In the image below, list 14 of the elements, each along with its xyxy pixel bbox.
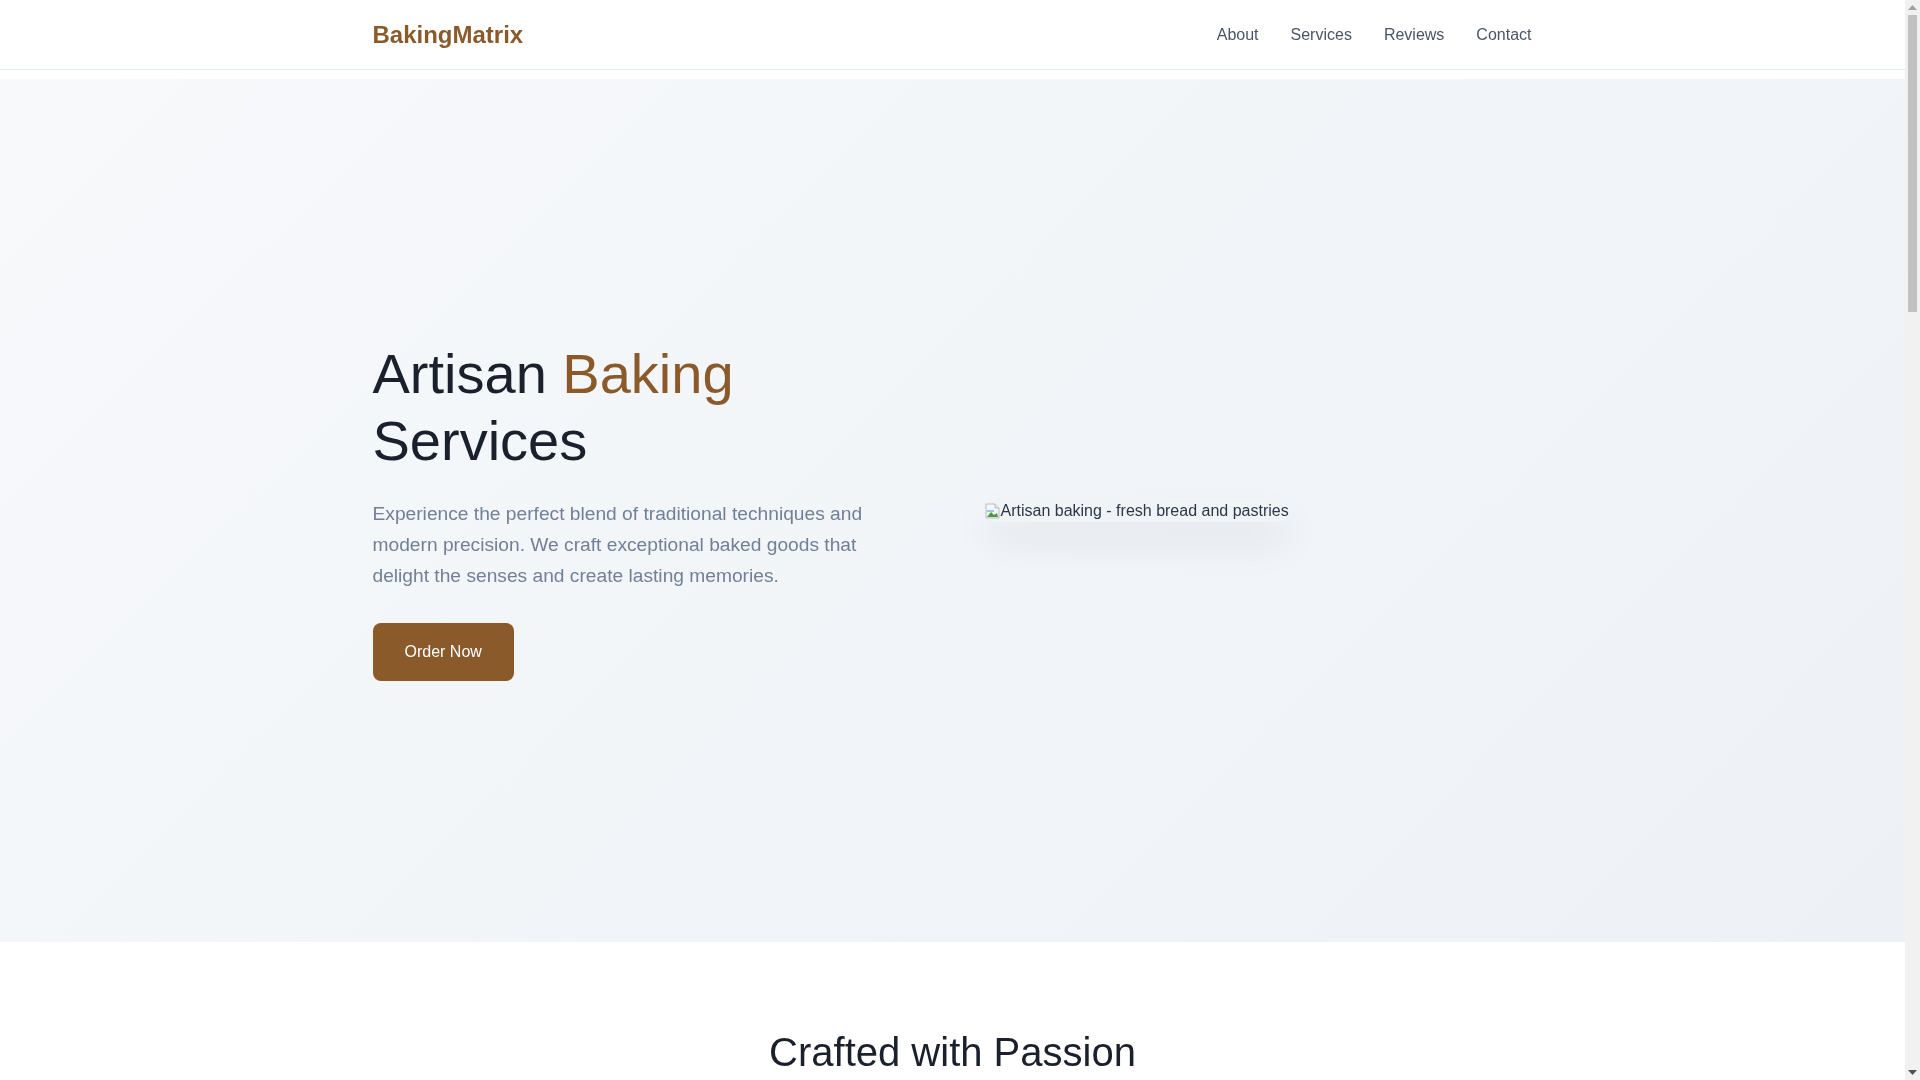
image-alt-text: Artisan baking - fresh bread and pastries <box>1000 501 1289 520</box>
scrollbar[interactable] <box>1905 0 1920 1080</box>
nav-link[interactable]: Services <box>1290 25 1352 44</box>
scroll-up-arrow-icon[interactable] <box>1908 5 1917 10</box>
section-heading: Crafted with Passion <box>769 1029 1136 1076</box>
nav-link[interactable]: Reviews <box>1383 25 1445 44</box>
scroll-down-arrow-icon[interactable] <box>1908 1070 1917 1075</box>
hero-title: Artisan Baking Services <box>372 341 735 474</box>
logo[interactable]: BakingMatrix <box>372 20 524 49</box>
hero-description: Experience the perfect blend of traditional techniques and modern precision. We craft exceptional baked goods that delight the senses and create lasting memories. <box>372 502 864 588</box>
order-now-button[interactable]: Order Now <box>372 623 514 681</box>
nav-link[interactable]: Contact <box>1476 25 1532 44</box>
scrollbar-thumb[interactable] <box>1908 15 1917 312</box>
nav-link[interactable]: About <box>1216 25 1259 44</box>
